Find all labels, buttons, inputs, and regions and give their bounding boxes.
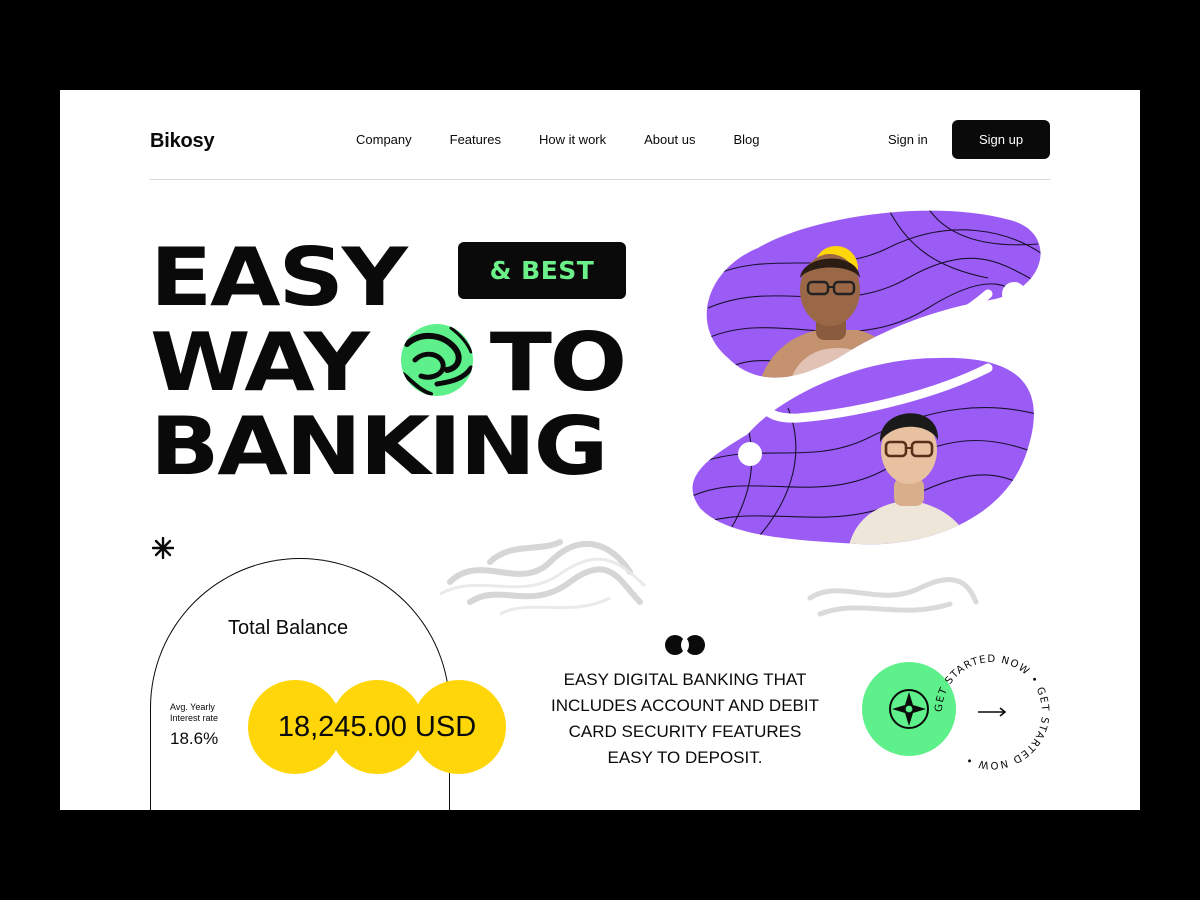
get-started-ring[interactable]: GET STARTED NOW • GET STARTED NOW •: [930, 650, 1054, 774]
arrow-right-icon: [978, 707, 1007, 717]
nav-item-about-us[interactable]: About us: [644, 132, 695, 147]
headline-line-1: EASY: [150, 231, 408, 324]
sign-up-button[interactable]: Sign up: [952, 120, 1050, 159]
main-nav: Company Features How it work About us Bl…: [356, 132, 798, 147]
nav-item-features[interactable]: Features: [450, 132, 501, 147]
hero-illustration: [692, 210, 1041, 545]
marble-texture-right: [807, 577, 979, 617]
interest-rate-value: 18.6%: [170, 729, 219, 748]
nav-divider: [150, 179, 1050, 180]
landing-page: Bikosy Company Features How it work Abou…: [60, 90, 1140, 810]
compass-icon: [889, 689, 929, 729]
headline-word-to: TO: [489, 316, 627, 409]
headline-line-3: BANKING: [150, 400, 609, 493]
sparkle-icon: [152, 537, 174, 559]
green-swirl-icon: [401, 324, 473, 396]
nav-item-blog[interactable]: Blog: [733, 132, 759, 147]
nav-item-company[interactable]: Company: [356, 132, 412, 147]
headline-word-way: WAY: [150, 316, 370, 409]
double-circle-icon: [665, 635, 705, 655]
nav-item-how-it-work[interactable]: How it work: [539, 132, 606, 147]
balance-amount: 18,245.00 USD: [277, 710, 477, 743]
brand-logo[interactable]: Bikosy: [150, 130, 215, 153]
best-tag: & BEST: [458, 242, 626, 299]
marble-texture-left: [439, 539, 647, 616]
interest-rate-label: Avg. Yearly Interest rate: [170, 702, 219, 723]
feature-description: EASY DIGITAL BANKING THAT INCLUDES ACCOU…: [551, 670, 819, 767]
total-balance-label: Total Balance: [228, 617, 349, 639]
headline-line-2: WAY TO: [150, 323, 627, 403]
sign-in-link[interactable]: Sign in: [888, 132, 928, 147]
balance-amount-pill: 18,245.00 USD: [248, 680, 506, 774]
